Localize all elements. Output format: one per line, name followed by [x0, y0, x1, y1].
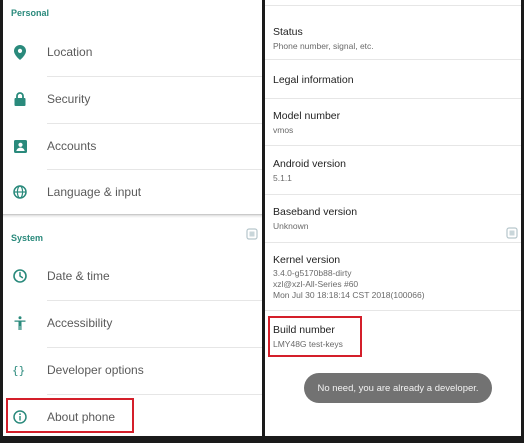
- divider: [47, 300, 262, 301]
- about-item-android-version[interactable]: Android version 5.1.1: [265, 146, 521, 194]
- item-subtitle-line: 3.4.0-g5170b88-dirty: [273, 268, 352, 278]
- about-item-legal-information[interactable]: Legal information: [265, 60, 521, 98]
- globe-icon: [12, 184, 28, 200]
- divider: [47, 169, 262, 170]
- item-title: Status: [273, 26, 303, 38]
- settings-item-accounts[interactable]: Accounts: [3, 126, 262, 166]
- settings-item-label: Language & input: [47, 185, 142, 199]
- settings-item-label: Location: [47, 45, 93, 59]
- about-item-baseband-version[interactable]: Baseband version Unknown: [265, 195, 521, 242]
- account-icon: [12, 138, 28, 154]
- settings-item-date-time[interactable]: Date & time: [3, 256, 262, 296]
- divider: [47, 76, 262, 77]
- settings-item-about-phone[interactable]: About phone: [3, 397, 262, 436]
- item-title: Model number: [273, 110, 341, 122]
- settings-list-panel: Personal Location Security Accounts Lang…: [3, 0, 262, 436]
- settings-item-location[interactable]: Location: [3, 32, 262, 72]
- item-subtitle-line: Mon Jul 30 18:18:14 CST 2018(100066): [273, 290, 425, 300]
- about-item-build-number[interactable]: Build number LMY48G test-keys: [265, 311, 521, 357]
- item-subtitle: Unknown: [273, 221, 309, 231]
- divider: [47, 123, 262, 124]
- divider: [265, 5, 521, 6]
- settings-item-label: Developer options: [47, 363, 144, 377]
- settings-item-label: Security: [47, 92, 91, 106]
- svg-text:{}: {}: [12, 364, 25, 376]
- item-subtitle: Phone number, signal, etc.: [273, 41, 374, 51]
- divider: [47, 394, 262, 395]
- settings-item-label: Accessibility: [47, 316, 113, 330]
- settings-item-accessibility[interactable]: Accessibility: [3, 303, 262, 343]
- info-icon: [12, 409, 28, 425]
- section-divider: [3, 214, 262, 218]
- section-header-personal: Personal: [11, 8, 50, 18]
- section-header-system: System: [11, 233, 44, 243]
- divider: [47, 347, 262, 348]
- settings-item-label: About phone: [47, 410, 116, 424]
- location-pin-icon: [12, 44, 28, 60]
- item-title: Legal information: [273, 74, 354, 86]
- item-subtitle-line: xzl@xzl-All-Series #60: [273, 279, 359, 289]
- item-title: Build number: [273, 324, 335, 336]
- item-title: Android version: [273, 158, 346, 170]
- about-phone-panel: Status Phone number, signal, etc. Legal …: [265, 0, 521, 436]
- settings-item-developer-options[interactable]: {} Developer options: [3, 350, 262, 390]
- item-subtitle: vmos: [273, 125, 294, 135]
- item-title: Kernel version: [273, 254, 341, 266]
- about-item-status[interactable]: Status Phone number, signal, etc.: [265, 18, 521, 60]
- floating-window-icon[interactable]: [246, 228, 258, 240]
- settings-item-security[interactable]: Security: [3, 79, 262, 119]
- item-title: Baseband version: [273, 206, 358, 218]
- about-item-model-number[interactable]: Model number vmos: [265, 99, 521, 145]
- item-subtitle: LMY48G test-keys: [273, 339, 343, 349]
- lock-icon: [12, 91, 28, 107]
- item-subtitle: 5.1.1: [273, 173, 292, 183]
- clock-icon: [12, 268, 28, 284]
- settings-item-label: Date & time: [47, 269, 110, 283]
- about-item-kernel-version[interactable]: Kernel version 3.4.0-g5170b88-dirty xzl@…: [265, 243, 521, 310]
- floating-window-icon[interactable]: [506, 227, 518, 239]
- braces-icon: {}: [12, 362, 28, 378]
- settings-item-label: Accounts: [47, 139, 97, 153]
- settings-item-language-input[interactable]: Language & input: [3, 172, 262, 212]
- accessibility-icon: [12, 315, 28, 331]
- developer-toast: No need, you are already a developer.: [304, 373, 492, 403]
